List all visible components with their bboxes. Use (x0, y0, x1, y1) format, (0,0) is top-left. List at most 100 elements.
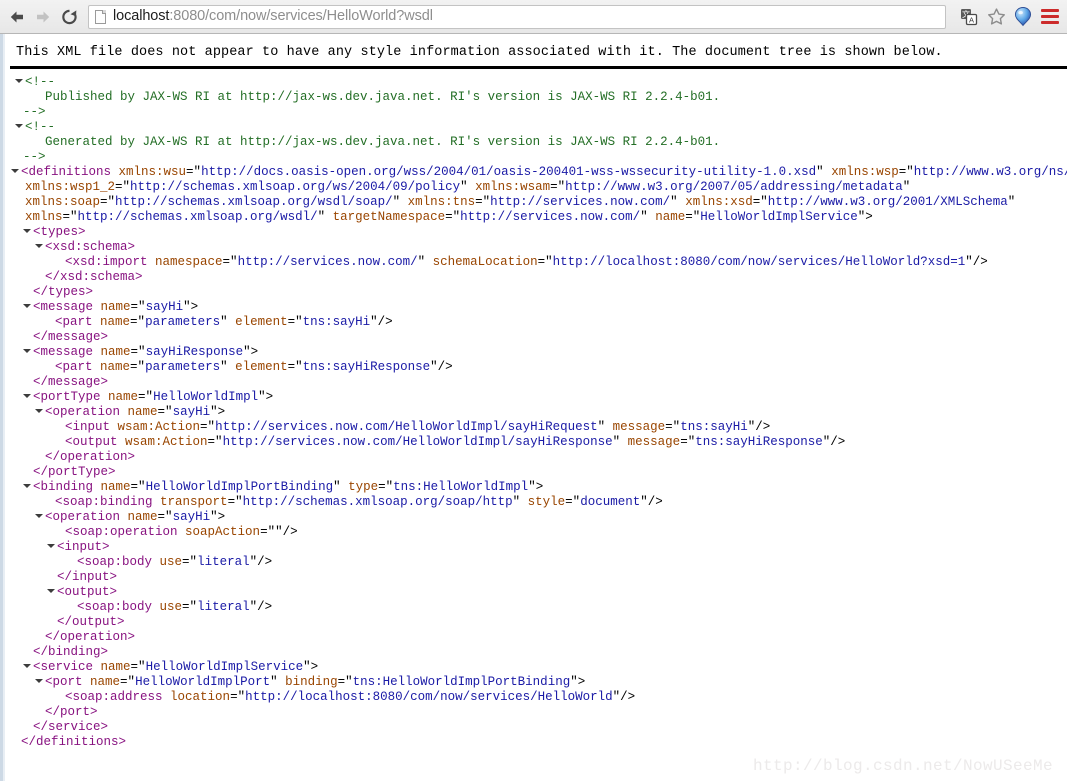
attr-name: name (127, 405, 158, 419)
tag-port: <port (45, 675, 83, 689)
attr-name: xmlns:wsam (475, 180, 551, 194)
twisty-open-icon[interactable] (47, 544, 55, 548)
attr-name: xmlns (25, 210, 63, 224)
attr-value: sayHi (172, 510, 211, 524)
url-path: :8080/com/now/services/HelloWorld?wsdl (169, 8, 433, 25)
attr-use-value: literal (197, 555, 250, 569)
attr-wsam-action: wsam:Action (117, 420, 201, 434)
attr-style: style (527, 495, 566, 509)
twisty-open-icon[interactable] (35, 409, 43, 413)
attr-value: parameters (145, 315, 221, 329)
star-icon[interactable] (984, 5, 1008, 29)
twisty-open-icon[interactable] (23, 664, 31, 668)
attr-name: xmlns:wsp (831, 165, 899, 179)
url-host: localhost (113, 8, 170, 25)
tag-output-close: </output> (57, 615, 125, 629)
attr-name: xmlns:xsd (685, 195, 753, 209)
element-part: <part name="parameters" element="tns:say… (55, 360, 453, 374)
comment-open: <!-- (25, 75, 56, 89)
watermark: http://blog.csdn.net/NowUSeeMe (752, 757, 1053, 775)
attr-location: location (170, 690, 231, 704)
twisty-open-icon[interactable] (11, 169, 19, 173)
tag-xsd-schema-close: </xsd:schema> (45, 270, 143, 284)
attr-element: element (235, 360, 288, 374)
url-text: localhost:8080/com/now/services/HelloWor… (113, 9, 433, 24)
tag-types: <types> (33, 225, 86, 239)
attr-transport-value: http://schemas.xmlsoap.org/soap/http (242, 495, 513, 509)
comment-body: Published by JAX-WS RI at http://jax-ws.… (45, 90, 721, 104)
attr-value: http://services.now.com/ (460, 210, 641, 224)
twisty-open-icon[interactable] (35, 244, 43, 248)
twisty-open-icon[interactable] (15, 79, 23, 83)
attr-binding: binding (285, 675, 338, 689)
twisty-open-icon[interactable] (35, 679, 43, 683)
hamburger-menu-icon[interactable] (1041, 5, 1059, 29)
tag-binding: <binding (33, 480, 94, 494)
attr-name: name (100, 315, 131, 329)
tag-message: <message (33, 300, 94, 314)
twisty-open-icon[interactable] (47, 589, 55, 593)
page-document-icon (95, 9, 106, 24)
attr-use-value: literal (197, 600, 250, 614)
element-soap-body: <soap:body use="literal"/> (77, 600, 273, 614)
tag-types-close: </types> (33, 285, 94, 299)
tag-operation: <operation (45, 510, 121, 524)
comment-close: --> (23, 150, 46, 164)
twisty-open-icon[interactable] (23, 229, 31, 233)
translate-icon[interactable]: 文 A (957, 5, 981, 29)
attr-value: parameters (145, 360, 221, 374)
tag-soap-operation: <soap:operation (65, 525, 178, 539)
page-viewport: This XML file does not appear to have an… (0, 34, 1067, 781)
attr-value: HelloWorldImpl (153, 390, 259, 404)
tag-input: <input (65, 420, 111, 434)
attr-name: name (100, 480, 131, 494)
element-operation: <operation name="sayHi"> (3, 510, 1067, 525)
attr-message: message (612, 420, 666, 434)
element-binding: <binding name="HelloWorldImplPortBinding… (3, 480, 1067, 495)
tag-message-close: </message> (33, 375, 109, 389)
tag-binding-close: </binding> (33, 645, 109, 659)
forward-button[interactable] (30, 5, 56, 29)
attr-type: type (348, 480, 379, 494)
element-soap-address: <soap:address location="http://localhost… (65, 690, 636, 704)
element-types: <types> (3, 225, 1067, 240)
tag-part: <part (55, 315, 93, 329)
back-button[interactable] (4, 5, 30, 29)
attr-message-value: tns:sayHi (680, 420, 748, 434)
tag-operation-close: </operation> (45, 450, 136, 464)
tag-input-close: </input> (57, 570, 118, 584)
attr-soapaction: soapAction (185, 525, 261, 539)
comment-body: Generated by JAX-WS RI at http://jax-ws.… (45, 135, 721, 149)
tag-soap-body: <soap:body (77, 600, 153, 614)
attr-element: element (235, 315, 288, 329)
twisty-open-icon[interactable] (23, 304, 31, 308)
attr-value: HelloWorldImplPortBinding (145, 480, 334, 494)
attr-style-value: document (580, 495, 641, 509)
balloon-icon[interactable] (1011, 5, 1035, 29)
attr-value: HelloWorldImplService (700, 210, 858, 224)
element-message-sayhiresponse: <message name="sayHiResponse"> (3, 345, 1067, 360)
twisty-open-icon[interactable] (23, 484, 31, 488)
element-soap-binding: <soap:binding transport="http://schemas.… (55, 495, 663, 509)
attr-location-value: http://localhost:8080/com/now/services/H… (245, 690, 613, 704)
twisty-open-icon[interactable] (15, 124, 23, 128)
attr-name: name (90, 675, 121, 689)
attr-name: targetNamespace (332, 210, 446, 224)
element-xsd-import: <xsd:import namespace="http://services.n… (65, 255, 988, 269)
attr-name: xmlns:wsp1_2 (25, 180, 116, 194)
twisty-open-icon[interactable] (35, 514, 43, 518)
attr-name: xmlns:wsu (118, 165, 187, 179)
element-xsd-schema: <xsd:schema> (3, 240, 1067, 255)
twisty-open-icon[interactable] (23, 349, 31, 353)
element-port: <port name="HelloWorldImplPort" binding=… (3, 675, 1067, 690)
address-bar[interactable]: localhost:8080/com/now/services/HelloWor… (88, 4, 946, 29)
reload-button[interactable] (56, 5, 82, 29)
element-message-sayhi: <message name="sayHi"> (3, 300, 1067, 315)
attr-value: sayHiResponse (145, 345, 244, 359)
attr-name: name (108, 390, 139, 404)
attr-name: name (100, 660, 131, 674)
attr-namespace-value: http://services.now.com/ (237, 255, 418, 269)
attr-value: sayHi (172, 405, 211, 419)
attr-value: http://www.w3.org/ns/ws-policy (913, 165, 1067, 179)
twisty-open-icon[interactable] (23, 394, 31, 398)
